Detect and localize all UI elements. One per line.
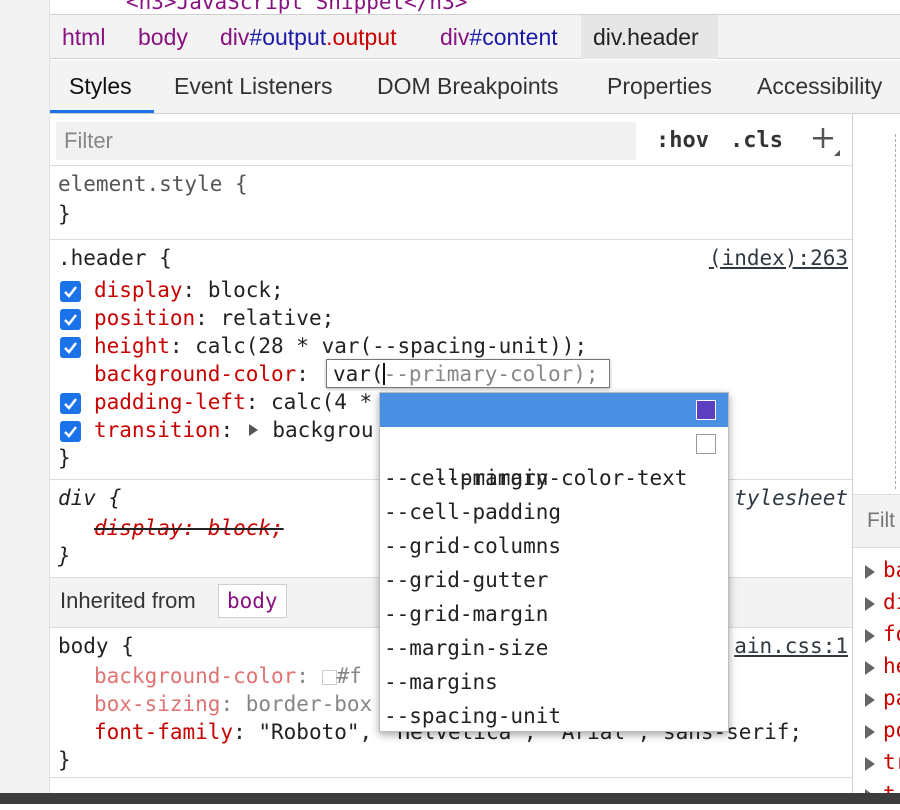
computed-property-item[interactable]: po [853,714,900,746]
css-value-editor-text[interactable]: var(--primary-color); [333,360,599,388]
cls-toggle-button[interactable]: .cls [730,122,783,160]
breadcrumb-div-content[interactable]: div#content [428,15,570,59]
body-rule-close: } [58,748,71,772]
computed-property-item[interactable]: pa [853,682,900,714]
autocomplete-item[interactable]: --grid-margin [380,597,728,631]
display-checkbox[interactable] [60,281,81,302]
hov-toggle-button[interactable]: :hov [656,122,709,160]
declaration-transition[interactable]: transition: backgrou [94,416,374,444]
body-rule-selector[interactable]: body { [58,632,134,660]
check-icon [64,286,77,298]
dom-source-line: <h3>JavaScript Snippet</h3> [50,0,900,14]
expand-triangle-icon [865,725,875,739]
computed-filter-placeholder: Filt [867,509,895,532]
breadcrumb-div-header[interactable]: div.header [581,15,718,59]
declaration-display[interactable]: display: block; [94,276,284,304]
div-rule-close: } [58,544,71,568]
expand-triangle-icon [865,629,875,643]
new-style-rule-icon[interactable] [806,120,842,160]
declaration-height[interactable]: height: calc(28 * var(--spacing-unit)); [94,332,587,360]
expand-triangle-icon [865,597,875,611]
autocomplete-item[interactable]: --primary-color [380,393,728,456]
box-model-outline [895,134,900,489]
header-rule-selector[interactable]: .header { [58,244,172,272]
element-style-selector: element.style { [58,172,248,196]
computed-filter[interactable]: Filt [853,494,900,548]
tab-event-listeners[interactable]: Event Listeners [174,60,333,113]
dom-source-text: <h3>JavaScript Snippet</h3> [126,0,468,14]
color-swatch-icon [696,434,716,454]
position-checkbox[interactable] [60,309,81,330]
computed-property-item[interactable]: he [853,650,900,682]
header-rule-source-link[interactable]: (index):263 [709,244,848,272]
computed-pane: Filt ba di fo he pa po tr t [853,114,900,806]
left-gutter [0,0,50,804]
breadcrumb-html[interactable]: html [50,15,117,59]
tab-properties[interactable]: Properties [607,60,712,113]
expand-triangle-icon[interactable] [246,422,260,438]
styles-filter-bar: :hov .cls [50,114,852,166]
sidebar-tabs: Styles Event Listeners DOM Breakpoints P… [50,60,900,114]
autocomplete-item[interactable]: --margin-size [380,631,728,665]
tab-dom-breakpoints[interactable]: DOM Breakpoints [377,60,559,113]
header-rule-close: } [58,446,71,470]
inherited-label: Inherited from [60,588,196,613]
check-icon [64,398,77,410]
declaration-body-background-color[interactable]: background-color: #f [94,662,362,690]
computed-property-item[interactable]: ba [853,554,900,586]
styles-filter-input[interactable] [56,122,636,160]
expand-triangle-icon [865,693,875,707]
check-icon [64,314,77,326]
autocomplete-item[interactable]: --grid-gutter [380,563,728,597]
declaration-box-sizing[interactable]: box-sizing: border-box [94,690,372,718]
height-checkbox[interactable] [60,337,81,358]
autocomplete-item[interactable]: --cell-margin [380,461,728,495]
check-icon [64,342,77,354]
tab-accessibility[interactable]: Accessibility [757,60,882,113]
body-rule-source-link[interactable]: ain.css:1 [734,632,848,660]
breadcrumb: html body div#output.output div#content … [50,14,900,59]
inherited-body-link[interactable]: body [218,584,287,618]
padding-left-checkbox[interactable] [60,393,81,414]
transition-checkbox[interactable] [60,421,81,442]
expand-triangle-icon [865,757,875,771]
declaration-display-overridden: display: block; [94,516,284,540]
bottom-window-edge [0,793,900,804]
expand-triangle-icon [865,565,875,579]
autocomplete-item[interactable]: --primary-color-text [380,427,728,490]
element-style-rule: element.style { } [50,166,852,240]
declaration-background-color[interactable]: background-color: [94,360,309,388]
autocomplete-item[interactable]: --spacing-unit [380,699,728,733]
color-swatch-icon[interactable] [321,670,337,685]
div-rule-source: tylesheet [734,486,848,510]
color-swatch-icon [696,400,716,420]
autocomplete-item[interactable]: --cell-padding [380,495,728,529]
autocomplete-item[interactable]: --margins [380,665,728,699]
declaration-position[interactable]: position: relative; [94,304,334,332]
computed-property-item[interactable]: tr [853,746,900,778]
tab-styles[interactable]: Styles [50,60,154,113]
div-rule-selector: div { [58,486,122,510]
text-caret [383,363,385,385]
breadcrumb-body[interactable]: body [126,15,200,59]
check-icon [64,426,77,438]
css-variable-autocomplete: --primary-color --primary-color-text --c… [379,392,729,732]
element-style-close: } [58,202,71,226]
autocomplete-item[interactable]: --grid-columns [380,529,728,563]
computed-property-item[interactable]: di [853,586,900,618]
css-value-editor[interactable]: var(--primary-color); [326,359,610,388]
breadcrumb-div-output[interactable]: div#output.output [208,15,409,59]
declaration-padding-left[interactable]: padding-left: calc(4 * [94,388,372,416]
computed-property-item[interactable]: fo [853,618,900,650]
expand-triangle-icon [865,661,875,675]
